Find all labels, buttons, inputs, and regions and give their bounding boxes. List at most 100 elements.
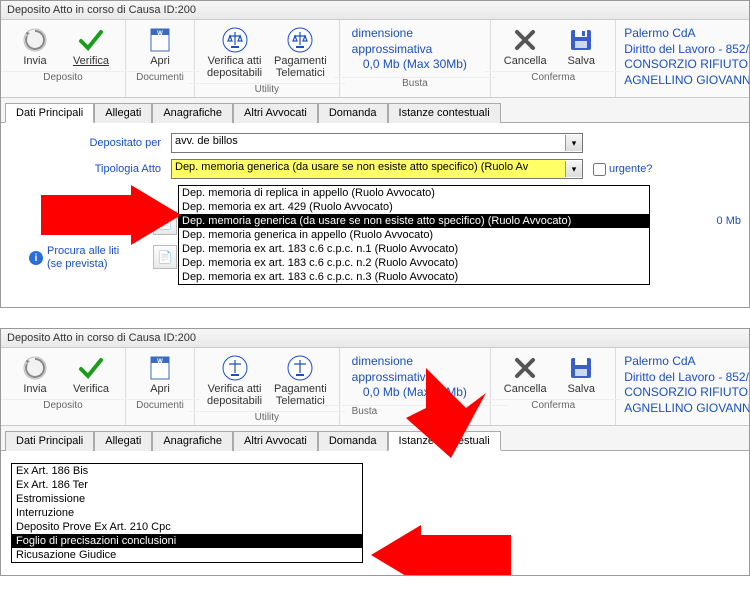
istanza-item[interactable]: Ex Art. 186 Bis — [12, 464, 362, 478]
tipologia-dropdown[interactable]: Dep. memoria di replica in appello (Ruol… — [178, 185, 650, 285]
verifica-atti-label: Verifica atti depositabili — [207, 383, 262, 407]
istanza-item[interactable]: Ricusazione Giudice — [12, 548, 362, 562]
case-info-line4: AGNELLINO GIOVANN — [624, 73, 741, 89]
check-icon — [77, 26, 105, 54]
info-icon: i — [29, 251, 43, 265]
verifica-button[interactable]: Verifica — [65, 352, 117, 397]
group-conferma-label: Conferma — [485, 399, 621, 413]
delete-icon — [511, 26, 539, 54]
salva-button[interactable]: Salva — [555, 352, 607, 397]
delete-icon — [511, 354, 539, 382]
invia-label: Invia — [23, 55, 46, 67]
verifica-label: Verifica — [73, 55, 109, 67]
cancella-button[interactable]: Cancella — [499, 352, 551, 397]
toolbar-group-conferma: Cancella Salva Conferma — [491, 348, 616, 425]
tab-dati-principali[interactable]: Dati Principali — [5, 103, 94, 123]
istanza-item[interactable]: Deposito Prove Ex Art. 210 Cpc — [12, 520, 362, 534]
tab-istanze-contestuali[interactable]: Istanze contestuali — [388, 103, 501, 123]
verifica-atti-button[interactable]: Verifica atti depositabili — [203, 24, 266, 81]
urgente-checkbox[interactable]: urgente? — [589, 160, 652, 179]
group-documenti-label: Documenti — [120, 71, 200, 85]
toolbar-group-documenti: W Apri Documenti — [126, 348, 195, 425]
procura-label: Procura alle liti (se prevista) — [47, 245, 119, 271]
tipologia-selected: Dep. memoria generica (da usare se non e… — [172, 160, 565, 178]
group-deposito-label: Deposito — [0, 399, 131, 413]
istanza-item[interactable]: Estromissione — [12, 492, 362, 506]
toolbar: Invia Verifica Deposito W Apri — [1, 20, 749, 98]
pagamenti-button[interactable]: Pagamenti Telematici — [270, 352, 331, 409]
apri-label: Apri — [150, 55, 170, 67]
tab-altri-avvocati[interactable]: Altri Avvocati — [233, 431, 318, 451]
tab-anagrafiche[interactable]: Anagrafiche — [152, 431, 233, 451]
toolbar-group-utility: Verifica atti depositabili Pagamenti Tel… — [195, 348, 340, 425]
tab-allegati[interactable]: Allegati — [94, 431, 152, 451]
toolbar-group-deposito: Invia Verifica Deposito — [1, 20, 126, 97]
toolbar-group-busta: dimensione approssimativa 0,0 Mb (Max 30… — [340, 20, 492, 97]
istanze-listbox[interactable]: Ex Art. 186 BisEx Art. 186 TerEstromissi… — [11, 463, 363, 563]
verifica-button[interactable]: Verifica — [65, 24, 117, 69]
salva-button[interactable]: Salva — [555, 24, 607, 69]
group-deposito-label: Deposito — [0, 71, 131, 85]
chevron-down-icon[interactable]: ▾ — [565, 135, 582, 151]
window-bottom: Deposito Atto in corso di Causa ID:200 I… — [0, 328, 750, 576]
case-info-line2: Diritto del Lavoro - 852/2 — [624, 42, 741, 58]
tab-dati-principali[interactable]: Dati Principali — [5, 431, 94, 451]
tab-domanda[interactable]: Domanda — [318, 103, 388, 123]
case-info-line2: Diritto del Lavoro - 852/2 — [624, 370, 741, 386]
save-icon — [567, 26, 595, 54]
group-conferma-label: Conferma — [485, 71, 621, 85]
toolbar-group-conferma: Cancella Salva Conferma — [491, 20, 616, 97]
tipologia-combo[interactable]: Dep. memoria generica (da usare se non e… — [171, 159, 583, 179]
pagamenti-label: Pagamenti Telematici — [274, 383, 327, 407]
invia-button[interactable]: Invia — [9, 24, 61, 69]
tab-altri-avvocati[interactable]: Altri Avvocati — [233, 103, 318, 123]
toolbar-group-deposito: Invia Verifica Deposito — [1, 348, 126, 425]
tipologia-option[interactable]: Dep. memoria ex art. 183 c.6 c.p.c. n.2 … — [179, 256, 649, 270]
group-busta-label: Busta — [334, 77, 497, 91]
urgente-label: urgente? — [609, 163, 652, 175]
salva-label: Salva — [567, 55, 595, 67]
depositato-per-value: avv. de billos — [172, 134, 565, 152]
urgente-checkbox-input[interactable] — [593, 163, 606, 176]
depositato-per-combo[interactable]: avv. de billos ▾ — [171, 133, 583, 153]
case-info-line1: Palermo CdA — [624, 354, 741, 370]
istanza-item[interactable]: Ex Art. 186 Ter — [12, 478, 362, 492]
tab-domanda[interactable]: Domanda — [318, 431, 388, 451]
giustizia-icon — [286, 26, 314, 54]
tipologia-option[interactable]: Dep. memoria ex art. 183 c.6 c.p.c. n.1 … — [179, 242, 649, 256]
tab-anagrafiche[interactable]: Anagrafiche — [152, 103, 233, 123]
cancella-button[interactable]: Cancella — [499, 24, 551, 69]
apri-button[interactable]: W Apri — [134, 24, 186, 69]
pagamenti-button[interactable]: Pagamenti Telematici — [270, 24, 331, 81]
dimension-line2: 0,0 Mb (Max 30Mb) — [363, 57, 467, 73]
tabstrip-bottom: Dati PrincipaliAllegatiAnagraficheAltri … — [1, 426, 749, 451]
tab-allegati[interactable]: Allegati — [94, 103, 152, 123]
istanza-item[interactable]: Foglio di precisazioni conclusioni — [12, 534, 362, 548]
window-top: Deposito Atto in corso di Causa ID:200 I… — [0, 0, 750, 308]
apri-button[interactable]: W Apri — [134, 352, 186, 397]
annotation-arrow — [41, 185, 181, 245]
tipologia-option[interactable]: Dep. memoria generica (da usare se non e… — [179, 214, 649, 228]
istanza-item[interactable]: Interruzione — [12, 506, 362, 520]
giustizia-icon — [286, 354, 314, 382]
invia-button[interactable]: Invia — [9, 352, 61, 397]
doc-view-button[interactable]: 📄 — [153, 245, 177, 269]
tabstrip-top: Dati PrincipaliAllegatiAnagraficheAltri … — [1, 98, 749, 123]
tipologia-option[interactable]: Dep. memoria di replica in appello (Ruol… — [179, 186, 649, 200]
giustizia-icon — [221, 26, 249, 54]
case-info: Palermo CdA Diritto del Lavoro - 852/2 C… — [616, 348, 749, 425]
case-info: Palermo CdA Diritto del Lavoro - 852/2 C… — [616, 20, 749, 97]
verifica-atti-button[interactable]: Verifica atti depositabili — [203, 352, 266, 409]
refresh-icon — [21, 26, 49, 54]
depositato-per-label: Depositato per — [31, 137, 171, 149]
form-dati-principali: Depositato per avv. de billos ▾ Tipologi… — [1, 123, 749, 307]
chevron-down-icon[interactable]: ▾ — [565, 161, 582, 177]
tipologia-option[interactable]: Dep. memoria ex art. 183 c.6 c.p.c. n.3 … — [179, 270, 649, 284]
tipologia-option[interactable]: Dep. memoria generica in appello (Ruolo … — [179, 228, 649, 242]
case-info-line3: CONSORZIO RIFIUTO — [624, 57, 741, 73]
verifica-label: Verifica — [73, 383, 109, 395]
dimension-line1: dimensione approssimativa — [352, 26, 479, 57]
tipologia-option[interactable]: Dep. memoria ex art. 429 (Ruolo Avvocato… — [179, 200, 649, 214]
word-doc-icon: W — [146, 26, 174, 54]
annotation-arrow — [396, 368, 486, 458]
